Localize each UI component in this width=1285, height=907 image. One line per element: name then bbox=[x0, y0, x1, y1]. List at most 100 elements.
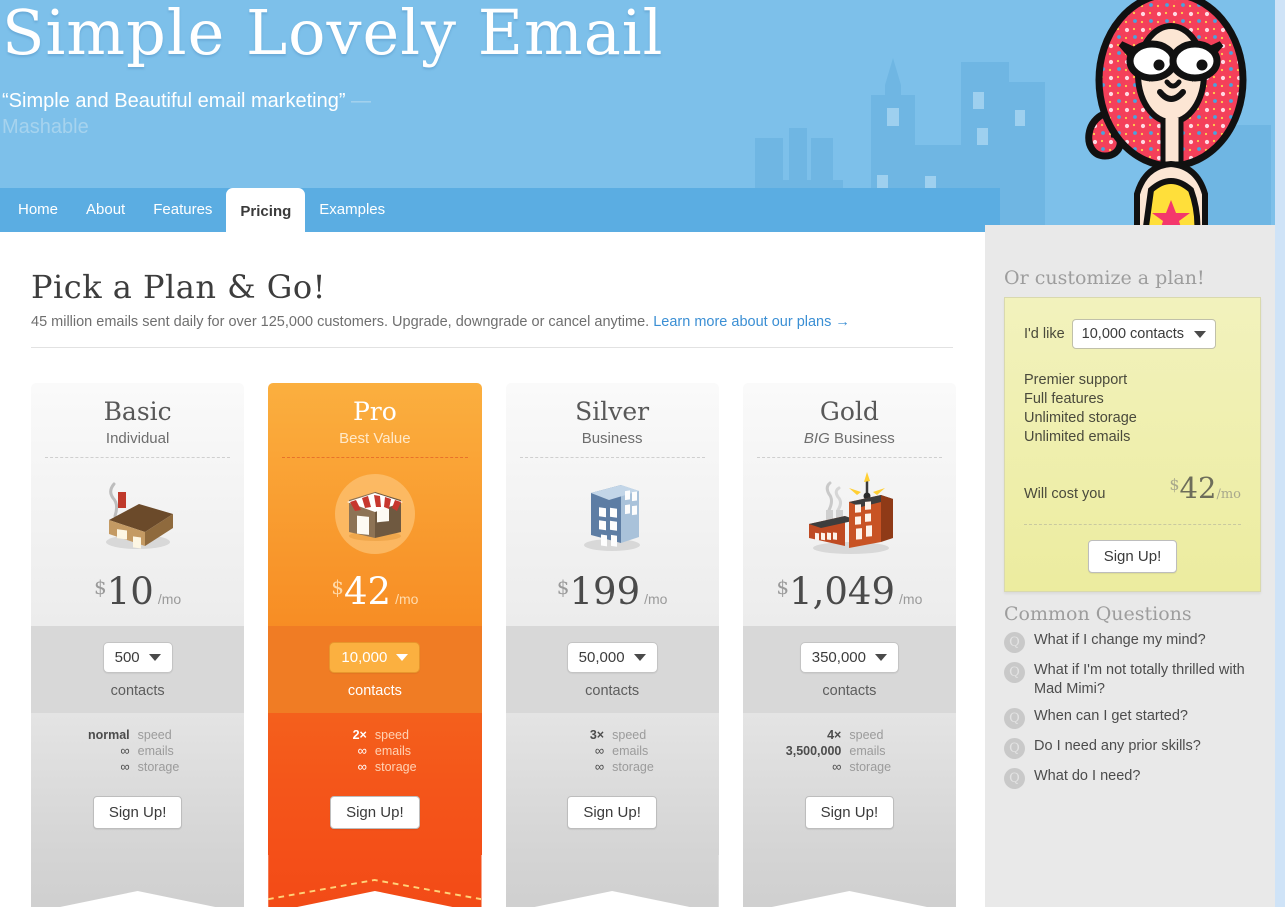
faq-list: Q What if I change my mind? Q What if I'… bbox=[1004, 631, 1264, 797]
faq-text: What if I'm not totally thrilled with Ma… bbox=[1034, 662, 1245, 697]
learn-more-link[interactable]: Learn more about our plans → bbox=[653, 314, 850, 330]
plan-card-list: Basic Individual $ 10 /mo 500 contacts n… bbox=[31, 383, 956, 907]
plan-card-basic[interactable]: Basic Individual $ 10 /mo 500 contacts n… bbox=[31, 383, 245, 907]
spec-value: ∞ bbox=[120, 759, 130, 774]
custom-divider bbox=[1024, 524, 1241, 525]
price-amount: 42 bbox=[344, 570, 392, 613]
plan-name: Basic bbox=[103, 397, 172, 426]
currency-symbol: $ bbox=[556, 575, 570, 599]
spec-key: storage bbox=[137, 760, 180, 774]
spec-row: ∞ storage bbox=[506, 759, 719, 775]
question-icon: Q bbox=[1004, 738, 1025, 759]
plan-price: $10/mo bbox=[31, 570, 244, 626]
faq-item[interactable]: Q What do I need? bbox=[1004, 767, 1264, 789]
hero-tagline: “Simple and Beautiful email marketing” —… bbox=[2, 88, 422, 140]
contacts-select[interactable]: 350,000 bbox=[799, 642, 899, 673]
signup-section: Sign Up! bbox=[31, 783, 245, 855]
signup-button[interactable]: Sign Up! bbox=[567, 796, 657, 829]
page-subtitle: 45 million emails sent daily for over 12… bbox=[31, 314, 850, 330]
currency-symbol: $ bbox=[1169, 475, 1180, 494]
contacts-select-value: 50,000 bbox=[578, 649, 625, 666]
plan-subtitle: Best Value bbox=[339, 430, 411, 447]
spec-row: 3× speed bbox=[506, 727, 719, 743]
price-amount: 10 bbox=[106, 570, 154, 613]
spec-key: speed bbox=[137, 728, 172, 742]
spec-row: ∞ emails bbox=[31, 743, 244, 759]
spec-value: 3,500,000 bbox=[785, 744, 842, 758]
price-amount: 1,049 bbox=[789, 570, 896, 613]
chevron-down-icon bbox=[633, 654, 646, 661]
spec-key: emails bbox=[612, 744, 649, 758]
faq-item[interactable]: Q Do I need any prior skills? bbox=[1004, 737, 1264, 759]
contacts-select[interactable]: 10,000 bbox=[329, 642, 421, 673]
list-item: Unlimited storage bbox=[1024, 410, 1137, 426]
spec-value: 2× bbox=[352, 728, 367, 742]
contacts-select[interactable]: 500 bbox=[102, 642, 173, 673]
brand-title: Simple Lovely Email bbox=[2, 0, 664, 69]
main-navigation: Home About Features Pricing Examples bbox=[0, 188, 1000, 236]
plan-subtitle: Business bbox=[581, 430, 643, 447]
card-ribbon-tail bbox=[505, 855, 719, 907]
faq-item[interactable]: Q What if I'm not totally thrilled with … bbox=[1004, 661, 1264, 699]
signup-section: Sign Up! bbox=[268, 783, 482, 855]
mascot-illustration bbox=[1085, 0, 1247, 232]
contacts-chooser-row: I'd like 10,000 contacts bbox=[1024, 319, 1241, 349]
specs-section: 4× speed 3,500,000 emails ∞ storage bbox=[742, 713, 956, 783]
currency-symbol: $ bbox=[776, 575, 790, 599]
price-period: /mo bbox=[899, 591, 923, 607]
nav-tab-examples[interactable]: Examples bbox=[305, 188, 399, 232]
price-period: /mo bbox=[644, 591, 668, 607]
nav-tab-home[interactable]: Home bbox=[4, 188, 72, 232]
faq-item[interactable]: Q What if I change my mind? bbox=[1004, 631, 1264, 653]
tagline-quote: “Simple and Beautiful email marketing” bbox=[2, 90, 346, 112]
plan-card-pro[interactable]: Pro Best Value $ 42 /mo 10,000 contacts … bbox=[268, 383, 482, 907]
factory-icon bbox=[743, 458, 956, 570]
contacts-label: contacts bbox=[347, 683, 402, 699]
custom-contacts-select[interactable]: 10,000 contacts bbox=[1071, 319, 1217, 349]
question-icon: Q bbox=[1004, 632, 1025, 653]
faq-text: What do I need? bbox=[1034, 768, 1141, 784]
plan-price: $1,049/mo bbox=[743, 570, 956, 626]
card-ribbon-tail bbox=[742, 855, 956, 907]
contacts-section: 10,000 contacts bbox=[268, 626, 482, 713]
nav-tab-about[interactable]: About bbox=[72, 188, 139, 232]
plan-subtitle: BIG Business bbox=[743, 430, 956, 447]
office-building-icon bbox=[506, 458, 719, 570]
page-title: Pick a Plan & Go! bbox=[31, 268, 326, 306]
specs-section: normal speed ∞ emails ∞ storage bbox=[31, 713, 245, 783]
spec-value: ∞ bbox=[120, 743, 130, 758]
contacts-section: 50,000 contacts bbox=[505, 626, 719, 713]
chevron-down-icon bbox=[1194, 330, 1207, 338]
tagline-dash: — bbox=[345, 90, 372, 112]
cost-value: $42/mo bbox=[1169, 471, 1241, 505]
contacts-select-value: 500 bbox=[114, 649, 140, 666]
spec-row: 3,500,000 emails bbox=[743, 743, 956, 759]
contacts-select[interactable]: 50,000 bbox=[566, 642, 658, 673]
plan-price: $199/mo bbox=[506, 570, 719, 626]
plan-card-gold[interactable]: Gold BIG Business $ 1,049 /mo 350,000 co… bbox=[742, 383, 956, 907]
list-item: Unlimited emails bbox=[1024, 429, 1131, 445]
signup-button[interactable]: Sign Up! bbox=[804, 796, 895, 829]
faq-heading: Common Questions bbox=[1004, 603, 1192, 625]
faq-text: What if I change my mind? bbox=[1034, 632, 1206, 648]
list-item: Premier support bbox=[1024, 372, 1128, 388]
signup-button[interactable]: Sign Up! bbox=[92, 796, 183, 829]
price-period: /mo bbox=[157, 591, 182, 607]
nav-tab-features[interactable]: Features bbox=[139, 188, 226, 232]
faq-item[interactable]: Q When can I get started? bbox=[1004, 707, 1264, 729]
signup-button[interactable]: Sign Up! bbox=[330, 796, 420, 829]
nav-tab-list: Home About Features Pricing Examples bbox=[0, 188, 1000, 236]
spec-key: emails bbox=[849, 744, 886, 758]
custom-signup-button[interactable]: Sign Up! bbox=[1087, 540, 1178, 573]
tagline-source: Mashable bbox=[2, 116, 89, 138]
spec-key: emails bbox=[137, 744, 174, 758]
shop-icon bbox=[268, 458, 481, 570]
plan-subtitle-text: Business bbox=[833, 430, 895, 447]
spec-value: ∞ bbox=[832, 759, 842, 774]
custom-cost-row: Will cost you $42/mo bbox=[1024, 471, 1241, 505]
pricing-page: Home About Features Pricing Examples Sim… bbox=[0, 0, 1285, 907]
plan-name: Silver bbox=[575, 397, 650, 426]
nav-tab-pricing[interactable]: Pricing bbox=[226, 188, 306, 236]
spec-value: ∞ bbox=[594, 743, 605, 758]
plan-card-silver[interactable]: Silver Business $ 199 /mo 50,000 contact… bbox=[505, 383, 719, 907]
